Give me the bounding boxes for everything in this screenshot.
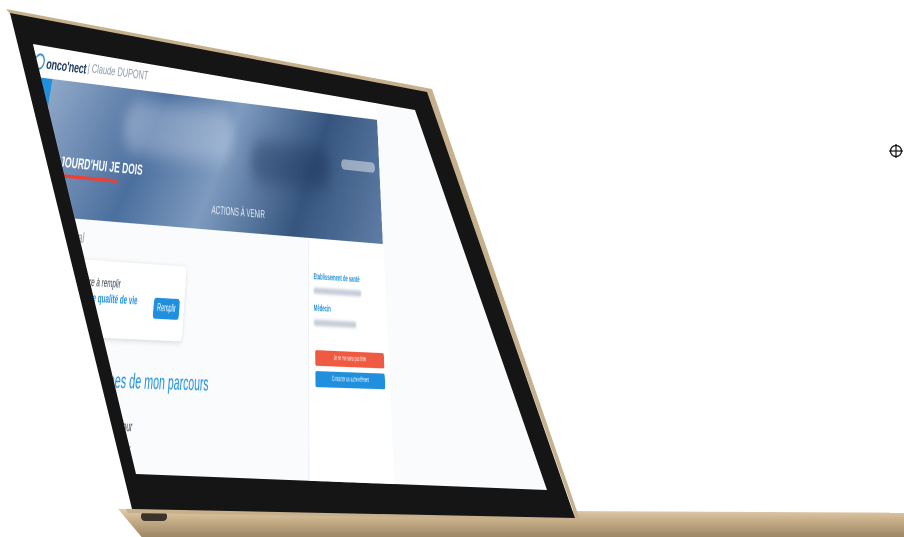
contact-referent-button[interactable]: Contacter un autre référent (315, 371, 386, 390)
feeling-unwell-button[interactable]: Je ne me sens pas bien (315, 350, 385, 369)
registration-mark-icon (889, 144, 903, 158)
step-date: 06/02/2023 (23, 440, 62, 457)
calendar-icon: ▦ (18, 417, 28, 433)
document-icon[interactable]: ▦ (0, 341, 9, 383)
facility-heading: Etablissement de santé (313, 273, 360, 285)
fill-questionnaire-button[interactable]: Remplir (152, 297, 180, 320)
actions-heading: ACTIONS À VENIR (211, 204, 266, 222)
facility-detail-blurred (313, 287, 362, 297)
step-label: Hôpital de jour (79, 488, 127, 506)
chat-icon[interactable]: ☰ (33, 150, 40, 185)
app-window: onco'nect | Claude DUPONT ⌂ ◷ ☰ ▤ ⫶ ♙ ? … (0, 45, 398, 506)
step-time: 16h53 (59, 464, 82, 481)
user-name: | Claude DUPONT (86, 60, 149, 83)
doctor-heading: Médecin (313, 304, 331, 315)
laptop-screen: onco'nect | Claude DUPONT ⌂ ◷ ☰ ▤ ⫶ ♙ ? … (0, 44, 547, 506)
clipboard-icon[interactable]: ▤ (33, 186, 35, 223)
step-time: 16h53 (65, 417, 87, 434)
step-date: 27/02/2023 (19, 464, 59, 481)
hero-blurred-label (341, 159, 376, 173)
step-date: 16/01/2023 (26, 417, 65, 434)
step-date: 20/03/2023 (16, 488, 56, 506)
step-row[interactable]: ▦20/03/202316h53Hôpital de jour (7, 488, 127, 506)
calendar-icon: ▦ (11, 464, 21, 481)
laptop-lid: onco'nect | Claude DUPONT ⌂ ◷ ☰ ▤ ⫶ ♙ ? … (0, 0, 904, 537)
current-date: Lundi 16 janvier 2023 (322, 250, 357, 260)
user-icon[interactable]: ♙ (0, 269, 21, 309)
help-icon[interactable]: ? (0, 304, 15, 345)
step-time: 16h53 (62, 440, 85, 457)
doctor-detail-blurred (313, 319, 357, 329)
calendar-icon: ▦ (7, 488, 18, 506)
questionnaire-card: ≡ Questionnaire à remplir Questionnaire … (33, 255, 187, 342)
hero-blur-shape (249, 139, 331, 191)
step-time: 16h53 (56, 488, 79, 506)
hero-blur-shape (120, 98, 235, 165)
brand-name: onco'nect (45, 55, 88, 77)
brand-logo[interactable]: onco'nect (33, 52, 88, 77)
sliders-icon[interactable]: ⫶ (0, 223, 29, 261)
step-row[interactable]: ▦27/02/202316h53Hôpital de jour (11, 464, 129, 482)
calendar-icon: ▦ (15, 440, 25, 457)
questionnaire-icon: ≡ (33, 271, 52, 308)
step-row[interactable]: ▦06/02/202316h53Hôpital de jour (15, 440, 131, 458)
